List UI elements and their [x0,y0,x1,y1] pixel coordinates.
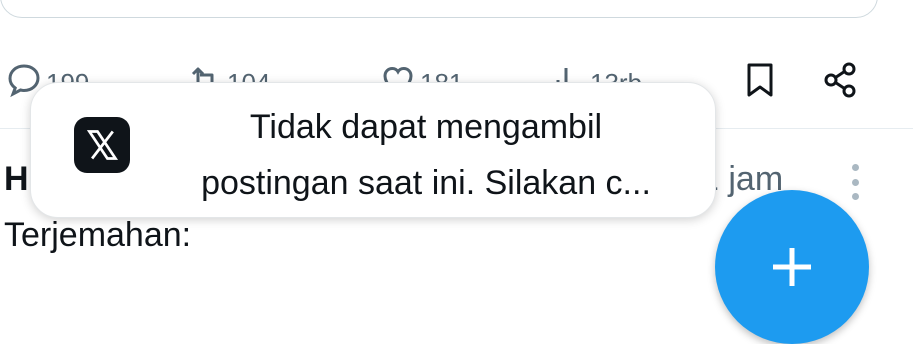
reply-author-initial: H [4,160,29,198]
toast-message: Tidak dapat mengambil postingan saat ini… [151,99,701,211]
bookmark-icon [740,60,780,107]
compose-button[interactable] [715,190,869,344]
compose-plus-icon [773,248,811,286]
x-logo-icon [74,117,130,173]
error-toast: Tidak dapat mengambil postingan saat ini… [30,82,716,218]
media-card[interactable] [0,0,878,18]
bookmark-button[interactable] [740,60,780,107]
translate-label[interactable]: Terjemahan: [4,216,191,255]
toast-line-1: Tidak dapat mengambil [249,108,603,146]
toast-line-2: postingan saat ini. Silakan c... [201,164,651,202]
more-dots-icon[interactable] [848,164,862,200]
share-icon [820,60,860,107]
share-button[interactable] [820,60,860,107]
